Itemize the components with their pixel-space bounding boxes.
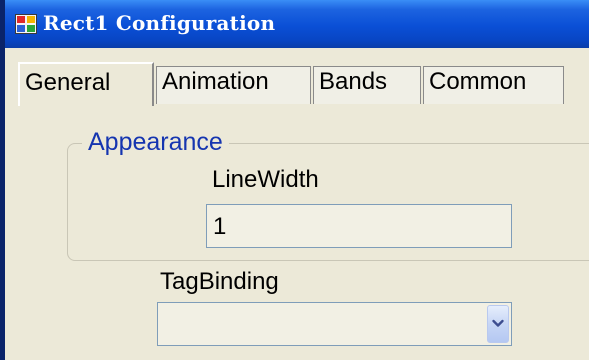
- configuration-window: Rect1 Configuration General Animation Ba…: [0, 0, 589, 360]
- linewidth-input[interactable]: 1: [206, 204, 512, 248]
- dropdown-button[interactable]: [487, 305, 509, 343]
- chevron-down-icon: [492, 319, 504, 327]
- linewidth-label: LineWidth: [212, 166, 319, 193]
- tab-label: Common: [429, 68, 527, 95]
- tagbinding-label: TagBinding: [160, 268, 279, 295]
- dialog-client-area: General Animation Bands Common Appearanc…: [10, 48, 589, 360]
- window-title: Rect1 Configuration: [43, 11, 276, 35]
- tab-bands[interactable]: Bands: [313, 66, 421, 104]
- tab-general[interactable]: General: [18, 62, 154, 106]
- title-bar[interactable]: Rect1 Configuration: [5, 0, 589, 48]
- tab-label: Bands: [319, 68, 388, 95]
- tab-label: General: [25, 69, 111, 96]
- linewidth-value: 1: [213, 213, 227, 240]
- appearance-group-label: Appearance: [82, 128, 229, 157]
- tagbinding-dropdown[interactable]: [157, 302, 512, 346]
- tab-animation[interactable]: Animation: [156, 66, 311, 104]
- tab-strip: General Animation Bands Common: [10, 56, 589, 106]
- tab-label: Animation: [162, 68, 269, 95]
- app-window-icon: [15, 14, 37, 34]
- tab-common[interactable]: Common: [423, 66, 564, 104]
